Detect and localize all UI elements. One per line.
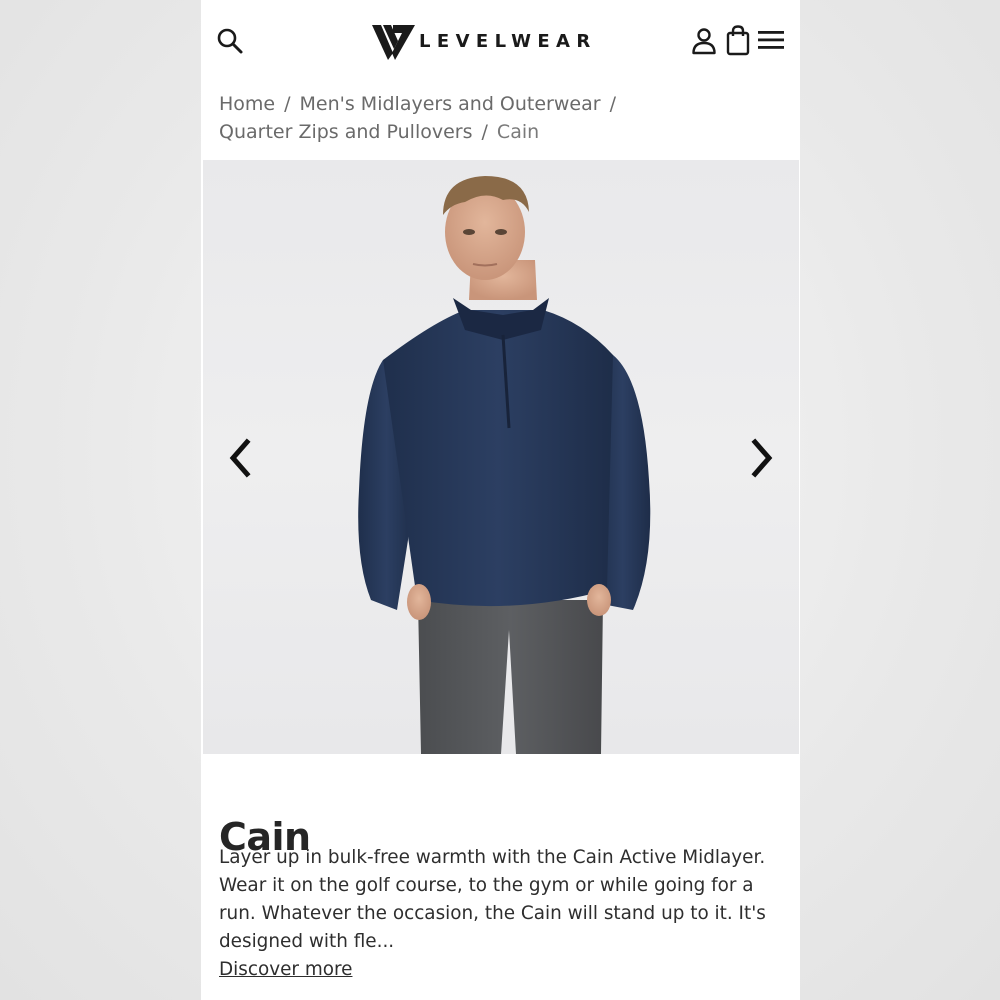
product-description: Layer up in bulk-free warmth with the Ca… [219,847,766,952]
search-icon [217,28,243,54]
product-image-gallery[interactable] [203,160,799,754]
breadcrumb-quarter-zips[interactable]: Quarter Zips and Pullovers [219,121,473,143]
next-image-button[interactable] [743,436,779,480]
chevron-right-icon [751,438,773,478]
mobile-page: LEVELWEAR Home / Men's Midlayers and Outer… [201,0,800,1000]
breadcrumb-separator: / [284,93,291,115]
breadcrumb-separator: / [609,93,616,115]
product-photo [358,176,651,754]
previous-image-button[interactable] [223,436,259,480]
breadcrumb-separator: / [481,121,488,143]
shopping-bag-button[interactable] [725,24,751,56]
chevron-left-icon [229,438,251,478]
breadcrumb-current: Cain [496,121,540,143]
levelwear-logo-mark-icon [372,25,415,60]
hamburger-menu-icon [758,31,784,49]
account-button[interactable] [691,27,717,55]
site-header: LEVELWEAR [201,0,800,82]
user-icon [692,28,716,55]
breadcrumb: Home / Men's Midlayers and Outerwear / Quart… [219,90,789,146]
brand-logo[interactable]: LEVELWEAR [371,18,597,62]
shopping-bag-icon [726,25,750,56]
menu-button[interactable] [757,28,785,52]
breadcrumb-home[interactable]: Home [219,93,275,115]
search-button[interactable] [215,26,245,56]
breadcrumb-mens-midlayers[interactable]: Men's Midlayers and Outerwear [300,93,601,115]
discover-more-link[interactable]: Discover more [219,956,352,984]
brand-name: LEVELWEAR [419,30,597,52]
